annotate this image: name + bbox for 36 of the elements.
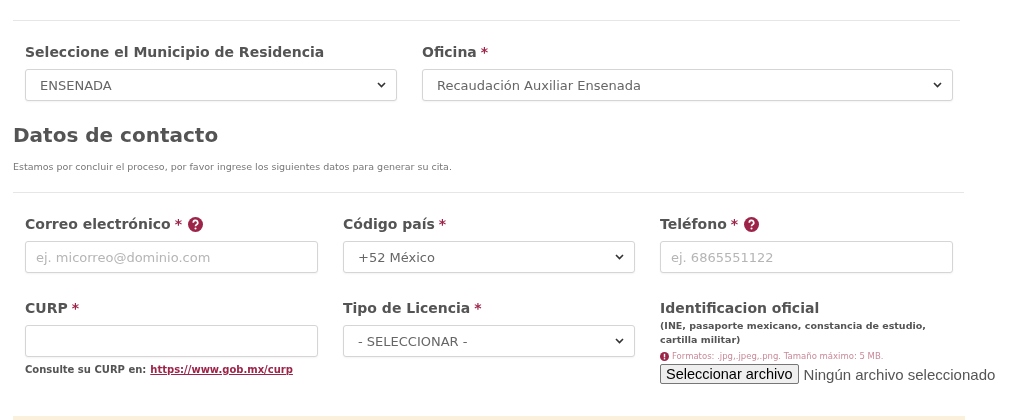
caret-icon [615,338,624,344]
field-subtitle: (INE, pasaporte mexicano, constancia de estudio, cartilla militar) [660,319,927,347]
field-label: Correo electrónico [25,216,171,232]
dropdown[interactable]: Recaudación Auxiliar Ensenada [422,69,953,101]
required-mark: * [438,216,447,232]
curp-link[interactable]: https://www.gob.mx/curp [150,364,293,375]
required-mark: * [174,216,182,232]
caret-icon [615,254,624,260]
field-label: Teléfono [660,216,727,232]
dropdown[interactable]: ENSENADA [25,69,397,101]
required-mark: * [480,44,489,60]
section-description: Estamos por concluir el proceso, por favor ingrese los siguientes datos para generar su cita. [13,161,453,172]
text-field[interactable]: ej. 6865551122 [660,241,953,273]
choose-file-button[interactable]: Seleccionar archivo [660,364,799,384]
field-label: Oficina [422,44,477,60]
required-mark: * [730,216,739,232]
field-label: Identificacion oficial [660,300,820,316]
field-label: Código país [343,216,435,232]
dropdown[interactable]: +52 México [343,241,635,273]
text-field[interactable]: ej. micorreo@dominio.com [25,241,318,273]
field-label: CURP [25,300,68,316]
help-icon[interactable] [188,216,203,232]
field-label: Seleccione el Municipio de Residencia [25,44,325,60]
required-mark: * [474,300,482,316]
file-status: Ningún archivo seleccionado [803,365,996,383]
help-icon[interactable] [744,216,760,232]
required-mark: * [71,300,79,316]
caret-icon [933,82,942,88]
caret-icon [377,82,386,88]
format-hint: Formatos: .jpg,.jpeg,.png. Tamaño máximo: 5 MB. [672,351,884,361]
text-field[interactable] [25,325,318,357]
info-icon [660,351,669,361]
hint-text: Consulte su CURP en: [25,364,147,375]
field-label: Tipo de Licencia [343,300,471,316]
section-title: Datos de contacto [13,123,220,147]
dropdown[interactable]: - SELECCIONAR - [343,325,635,357]
